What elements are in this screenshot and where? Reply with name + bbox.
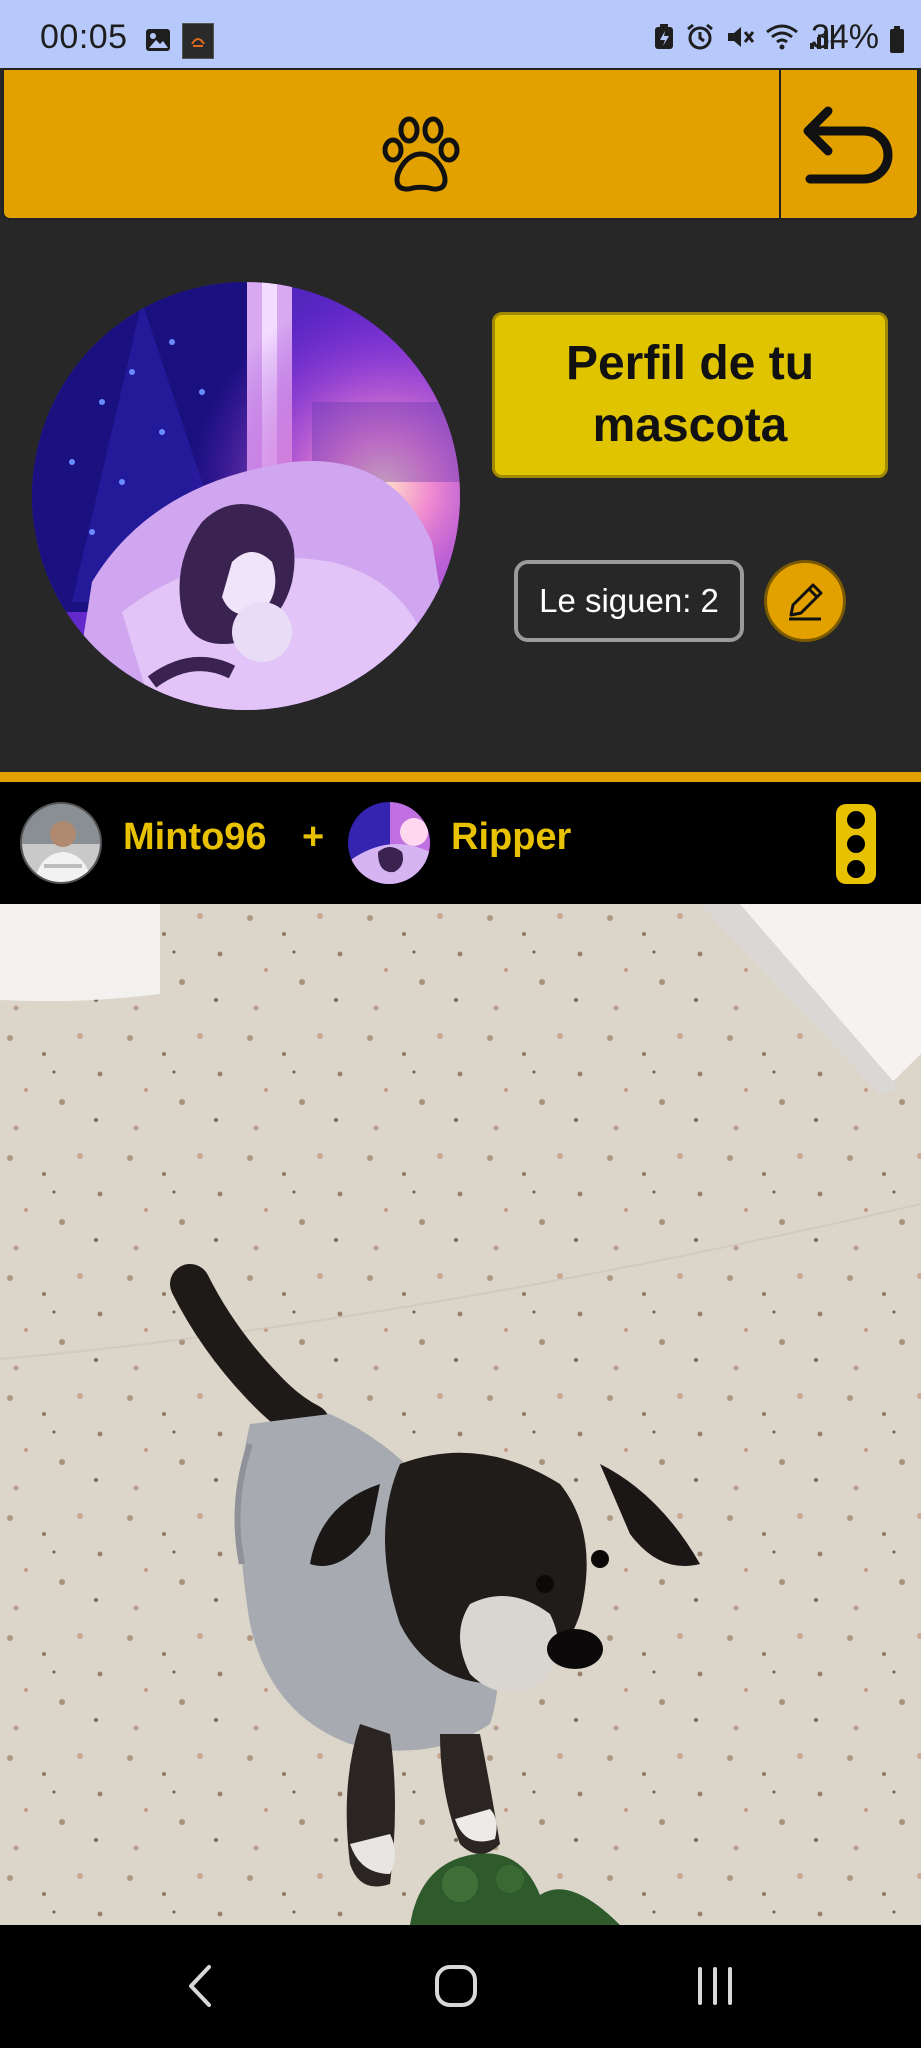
- back-button[interactable]: [781, 70, 919, 218]
- status-icons: [653, 22, 835, 52]
- pet-name[interactable]: Ripper: [451, 816, 571, 859]
- gallery-icon: [146, 29, 170, 51]
- status-time: 00:05: [40, 18, 128, 56]
- more-options-button[interactable]: [836, 804, 876, 884]
- nav-home-button[interactable]: [421, 1955, 491, 2017]
- pet-profile-section: Perfil de tu mascota Le siguen: 2: [0, 222, 921, 772]
- pet-avatar-small[interactable]: [348, 802, 430, 884]
- more-vertical-icon: [847, 810, 865, 829]
- edit-profile-button[interactable]: [764, 560, 846, 642]
- status-bar: 00:05 34%: [0, 0, 921, 68]
- owner-avatar[interactable]: [20, 802, 102, 884]
- battery-saver-icon: [655, 24, 673, 49]
- back-arrow-icon: [803, 106, 893, 184]
- followers-count[interactable]: Le siguen: 2: [514, 560, 744, 642]
- top-app-bar: [2, 68, 919, 220]
- wifi-icon: [766, 24, 798, 50]
- pet-profile-photo: [32, 282, 460, 710]
- nav-recents-button[interactable]: [680, 1955, 750, 2017]
- mute-icon: [728, 27, 755, 47]
- nav-home-icon: [435, 1965, 477, 2007]
- owner-name[interactable]: Minto96: [123, 816, 267, 859]
- nav-back-button[interactable]: [165, 1955, 235, 2017]
- profile-title: Perfil de tu mascota: [492, 312, 888, 478]
- battery-icon: [890, 26, 904, 53]
- system-nav-bar: [0, 1925, 921, 2048]
- alarm-icon: [687, 23, 713, 50]
- nav-recents-icon: [698, 1967, 732, 2005]
- app-notification-icon: [182, 23, 214, 59]
- pencil-icon: [789, 583, 823, 621]
- post-photo: [0, 904, 921, 1925]
- battery-percent: 34%: [810, 18, 879, 56]
- paw-icon: [382, 116, 460, 192]
- accent-divider: [0, 772, 921, 782]
- nav-back-icon: [189, 1965, 211, 2007]
- plus-separator: +: [302, 816, 325, 858]
- post-header: Minto96 + Ripper: [0, 782, 921, 904]
